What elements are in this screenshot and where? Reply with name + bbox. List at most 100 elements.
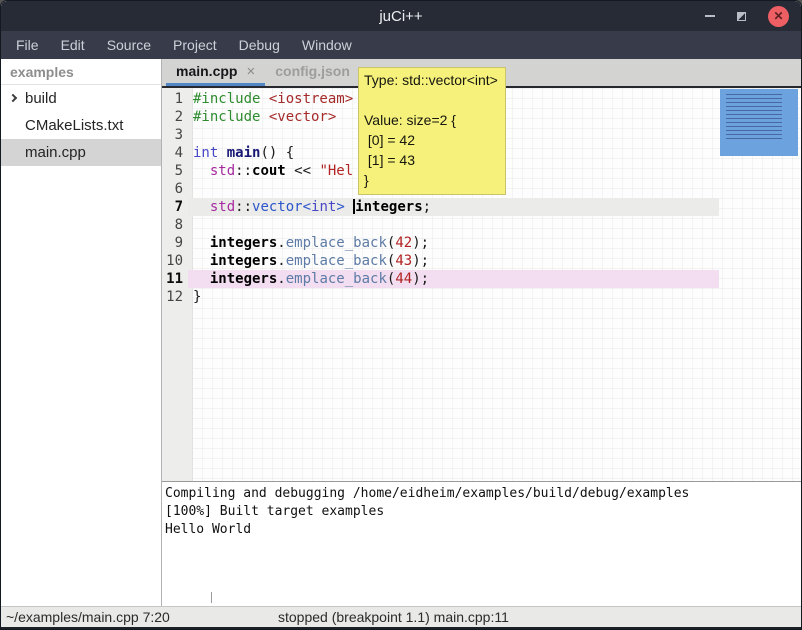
line-number[interactable]: 5 bbox=[162, 162, 188, 180]
code-token: < bbox=[303, 199, 311, 215]
code-line-11[interactable]: 11 integers.emplace_back(44); bbox=[162, 270, 801, 288]
code-token bbox=[193, 163, 210, 179]
code-token: "Hel bbox=[319, 163, 353, 179]
menu-project[interactable]: Project bbox=[162, 33, 228, 57]
code-token: ); bbox=[412, 271, 429, 287]
minimize-icon[interactable] bbox=[705, 15, 715, 17]
tree-item-main-cpp[interactable]: main.cpp bbox=[1, 139, 161, 166]
menu-file[interactable]: File bbox=[5, 33, 50, 57]
output-panel[interactable]: Compiling and debugging /home/eidheim/ex… bbox=[162, 481, 801, 606]
line-number[interactable]: 2 bbox=[162, 108, 188, 126]
restore-icon[interactable] bbox=[737, 12, 746, 21]
code-token: main bbox=[227, 145, 261, 161]
code-token: 42 bbox=[395, 235, 412, 251]
line-number[interactable]: 1 bbox=[162, 90, 188, 108]
code-text: integers.emplace_back(44); bbox=[188, 270, 719, 288]
line-number[interactable]: 8 bbox=[162, 216, 188, 234]
file-tree-panel: examples build CMakeLists.txt main.cpp bbox=[1, 59, 162, 606]
tooltip-line: Type: std::vector<int> bbox=[364, 70, 505, 90]
code-token: () { bbox=[260, 145, 294, 161]
menu-window[interactable]: Window bbox=[291, 33, 363, 57]
tab-config-json[interactable]: config.json bbox=[265, 59, 360, 86]
code-token: integers bbox=[210, 253, 277, 269]
code-token bbox=[193, 235, 210, 251]
menubar: FileEditSourceProjectDebugWindow bbox=[1, 31, 801, 59]
code-token bbox=[193, 199, 210, 215]
line-number[interactable]: 6 bbox=[162, 180, 188, 198]
status-debug-state: stopped (breakpoint 1.1) main.cpp:11 bbox=[278, 608, 509, 627]
window-controls: ✕ bbox=[705, 1, 789, 31]
menu-debug[interactable]: Debug bbox=[228, 33, 291, 57]
code-text: integers.emplace_back(42); bbox=[188, 234, 719, 252]
tooltip-line: [0] = 42 bbox=[364, 130, 505, 150]
code-token: integers bbox=[355, 199, 422, 215]
line-number[interactable]: 9 bbox=[162, 234, 188, 252]
code-token: integers bbox=[210, 235, 277, 251]
line-number[interactable]: 7 bbox=[162, 198, 188, 216]
tree-item-label: CMakeLists.txt bbox=[25, 117, 123, 134]
code-token bbox=[193, 271, 210, 287]
titlebar[interactable]: juCi++ ✕ bbox=[1, 1, 801, 31]
code-line-9[interactable]: 9 integers.emplace_back(42); bbox=[162, 234, 801, 252]
close-tab-icon[interactable]: × bbox=[246, 63, 255, 80]
tooltip-line bbox=[364, 90, 505, 110]
code-token: #include bbox=[193, 91, 269, 107]
code-line-10[interactable]: 10 integers.emplace_back(43); bbox=[162, 252, 801, 270]
code-token: . bbox=[277, 235, 285, 251]
tree-item-cmakelists-txt[interactable]: CMakeLists.txt bbox=[1, 112, 161, 139]
tab-label: config.json bbox=[275, 63, 350, 79]
code-token: . bbox=[277, 253, 285, 269]
debug-value-tooltip: Type: std::vector<int> Value: size=2 { [… bbox=[358, 67, 506, 195]
menu-edit[interactable]: Edit bbox=[50, 33, 96, 57]
output-line: [100%] Built target examples bbox=[165, 503, 801, 521]
tooltip-line: } bbox=[364, 170, 505, 190]
output-text-cursor bbox=[211, 592, 212, 603]
project-name: examples bbox=[1, 59, 161, 85]
code-token bbox=[193, 253, 210, 269]
code-token: << bbox=[286, 163, 320, 179]
close-icon[interactable]: ✕ bbox=[768, 6, 789, 27]
code-token: std bbox=[210, 163, 235, 179]
code-token: #include bbox=[193, 109, 269, 125]
main-area: examples build CMakeLists.txt main.cpp mai… bbox=[1, 59, 801, 606]
juci-window: juCi++ ✕ FileEditSourceProjectDebugWindo… bbox=[0, 0, 802, 630]
code-text: std::vector<int> integers; bbox=[188, 198, 719, 216]
line-number[interactable]: 4 bbox=[162, 144, 188, 162]
code-text: integers.emplace_back(43); bbox=[188, 252, 719, 270]
line-number[interactable]: 12 bbox=[162, 288, 188, 306]
code-line-7[interactable]: 7 std::vector<int> integers; bbox=[162, 198, 801, 216]
code-token: cout bbox=[252, 163, 286, 179]
editor-pane: main.cpp× config.json 1 #include <iostream… bbox=[162, 59, 801, 606]
tab-main-cpp[interactable]: main.cpp× bbox=[166, 59, 265, 86]
code-token: <vector> bbox=[269, 109, 336, 125]
code-token: . bbox=[277, 271, 285, 287]
code-line-8[interactable]: 8 bbox=[162, 216, 801, 234]
tooltip-line: [1] = 43 bbox=[364, 150, 505, 170]
code-token: :: bbox=[235, 199, 252, 215]
code-token: integers bbox=[210, 271, 277, 287]
code-token: int bbox=[193, 145, 218, 161]
line-number[interactable]: 10 bbox=[162, 252, 188, 270]
code-text: } bbox=[188, 288, 719, 306]
code-token: 43 bbox=[395, 253, 412, 269]
code-token: > bbox=[336, 199, 344, 215]
line-number[interactable]: 3 bbox=[162, 126, 188, 144]
code-token: ; bbox=[423, 199, 431, 215]
code-token: emplace_back bbox=[286, 235, 387, 251]
line-number[interactable]: 11 bbox=[162, 270, 188, 288]
code-token: <iostream> bbox=[269, 91, 353, 107]
code-token: ); bbox=[412, 235, 429, 251]
output-line: Compiling and debugging /home/eidheim/ex… bbox=[165, 485, 801, 503]
minimap-code-preview bbox=[726, 94, 782, 140]
chevron-right-icon[interactable] bbox=[9, 94, 17, 102]
minimap-overlay[interactable] bbox=[720, 89, 798, 156]
menu-source[interactable]: Source bbox=[96, 33, 162, 57]
code-line-12[interactable]: 12} bbox=[162, 288, 801, 306]
code-token: emplace_back bbox=[286, 271, 387, 287]
code-token: std bbox=[210, 199, 235, 215]
code-token: vector bbox=[252, 199, 303, 215]
code-token: emplace_back bbox=[286, 253, 387, 269]
tree-item-build[interactable]: build bbox=[1, 85, 161, 112]
code-token: :: bbox=[235, 163, 252, 179]
output-lines: Compiling and debugging /home/eidheim/ex… bbox=[165, 485, 801, 539]
